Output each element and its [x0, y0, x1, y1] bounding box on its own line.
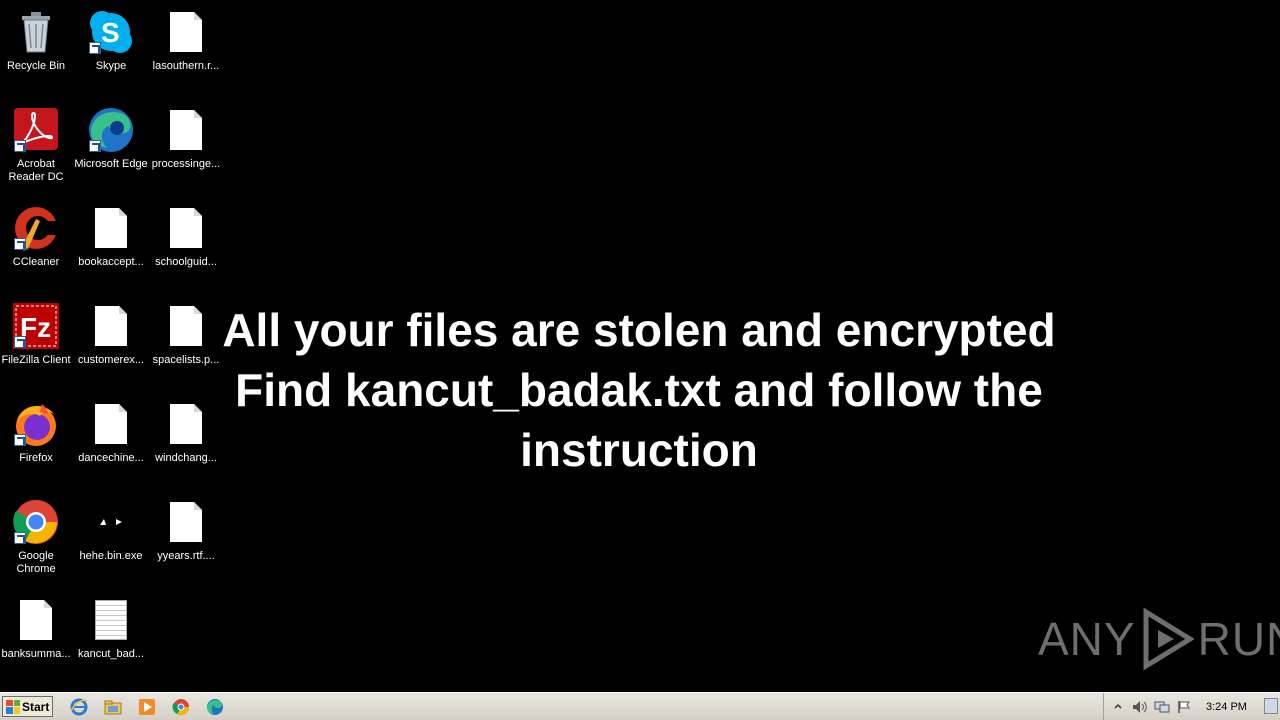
desktop-icon-label: processinge... [151, 158, 221, 170]
edge-taskbar-icon[interactable] [205, 697, 225, 717]
desktop-icon-firefox[interactable]: Firefox [0, 400, 74, 490]
document-icon [87, 400, 135, 448]
watermark-right-text: RUN [1197, 613, 1280, 665]
desktop-icon-label: Acrobat Reader DC [8, 158, 64, 183]
desktop-icon-yyears-rtf[interactable]: yyears.rtf.... [148, 498, 224, 588]
network-icon[interactable] [1154, 699, 1170, 715]
desktop-icon-skype[interactable]: S Skype [73, 8, 149, 98]
skype-icon: S [87, 8, 135, 56]
svg-text:S: S [101, 17, 120, 48]
shortcut-arrow-icon [89, 140, 101, 152]
start-label: Start [22, 699, 50, 714]
show-desktop-button[interactable] [1264, 698, 1278, 714]
document-icon [162, 498, 210, 546]
edge-icon [87, 106, 135, 154]
desktop-icon-kancut-badak[interactable]: kancut_bad... [73, 596, 149, 686]
executable-icon [87, 498, 135, 546]
windows-logo-icon [6, 699, 20, 714]
volume-icon[interactable] [1132, 699, 1148, 715]
desktop-icon-dancechine[interactable]: dancechine... [73, 400, 149, 490]
desktop-icon-label: yyears.rtf.... [157, 550, 215, 562]
desktop-icon-schoolguid[interactable]: schoolguid... [148, 204, 224, 294]
recycle-bin-icon [12, 8, 60, 56]
acrobat-reader-icon [12, 106, 60, 154]
ransom-message: All your files are stolen and encrypted … [200, 300, 1078, 480]
ransom-line-2: Find kancut_badak.txt and follow the [235, 364, 1043, 416]
media-player-taskbar-icon[interactable] [137, 697, 157, 717]
shortcut-arrow-icon [14, 434, 26, 446]
system-tray: 3:24 PM [1103, 693, 1280, 720]
desktop-icon-label: CCleaner [12, 256, 60, 268]
shortcut-arrow-icon [14, 140, 26, 152]
desktop-icon-recycle-bin[interactable]: Recycle Bin [0, 8, 74, 98]
desktop-icon-microsoft-edge[interactable]: Microsoft Edge [73, 106, 149, 196]
ccleaner-icon [12, 204, 60, 252]
desktop-icon-processinge[interactable]: processinge... [148, 106, 224, 196]
desktop-icon-customerex[interactable]: customerex... [73, 302, 149, 392]
desktop-icon-label: hehe.bin.exe [79, 550, 143, 562]
shortcut-arrow-icon [14, 336, 26, 348]
document-icon [162, 8, 210, 56]
desktop-icon-label: Google Chrome [16, 550, 56, 575]
start-button[interactable]: Start [2, 696, 53, 717]
desktop-icon-filezilla[interactable]: Fz FileZilla Client [0, 302, 74, 392]
internet-explorer-taskbar-icon[interactable] [69, 697, 89, 717]
desktop-icon-bookaccept[interactable]: bookaccept... [73, 204, 149, 294]
action-center-flag-icon[interactable] [1176, 699, 1192, 715]
text-file-icon [87, 596, 135, 644]
watermark-left-text: ANY [1038, 613, 1136, 665]
document-icon [162, 204, 210, 252]
desktop-icon-label: Recycle Bin [6, 60, 66, 72]
shortcut-arrow-icon [14, 238, 26, 250]
play-icon [1143, 608, 1194, 670]
desktop-icon-label: FileZilla Client [1, 354, 71, 366]
show-hidden-icons-icon[interactable] [1110, 699, 1126, 715]
document-icon [87, 204, 135, 252]
chrome-taskbar-icon[interactable] [171, 697, 191, 717]
desktop-icon-label: schoolguid... [155, 256, 217, 268]
taskbar: Start 3:24 PM [0, 692, 1280, 720]
desktop-icon-label: lasouthern.r... [152, 60, 220, 72]
desktop-icon-label: kancut_bad... [77, 648, 145, 660]
anyrun-watermark: ANY RUN [1038, 608, 1280, 670]
desktop: Recycle Bin Acrobat Reader DC CCleaner F… [0, 0, 1280, 692]
document-icon [12, 596, 60, 644]
desktop-icon-ccleaner[interactable]: CCleaner [0, 204, 74, 294]
desktop-icon-banksumma[interactable]: banksumma... [0, 596, 74, 686]
document-icon [162, 106, 210, 154]
firefox-icon [12, 400, 60, 448]
desktop-icon-label: Firefox [19, 452, 53, 464]
file-explorer-taskbar-icon[interactable] [103, 697, 123, 717]
filezilla-icon: Fz [12, 302, 60, 350]
desktop-icon-lasouthern[interactable]: lasouthern.r... [148, 8, 224, 98]
desktop-icon-acrobat-reader[interactable]: Acrobat Reader DC [0, 106, 74, 196]
desktop-icon-hehe-bin-exe[interactable]: hehe.bin.exe [73, 498, 149, 588]
taskbar-clock[interactable]: 3:24 PM [1206, 701, 1247, 713]
desktop-icon-google-chrome[interactable]: Google Chrome [0, 498, 74, 588]
desktop-icon-label: customerex... [77, 354, 145, 366]
desktop-icon-label: Skype [95, 60, 127, 72]
chrome-icon [12, 498, 60, 546]
desktop-icon-label: banksumma... [1, 648, 71, 660]
desktop-icon-label: Microsoft Edge [74, 158, 148, 170]
desktop-icon-label: dancechine... [78, 452, 144, 464]
ransom-line-3: instruction [520, 424, 758, 476]
ransom-line-1: All your files are stolen and encrypted [222, 304, 1056, 356]
desktop-icon-label: bookaccept... [78, 256, 144, 268]
shortcut-arrow-icon [14, 532, 26, 544]
shortcut-arrow-icon [89, 42, 101, 54]
document-icon [87, 302, 135, 350]
